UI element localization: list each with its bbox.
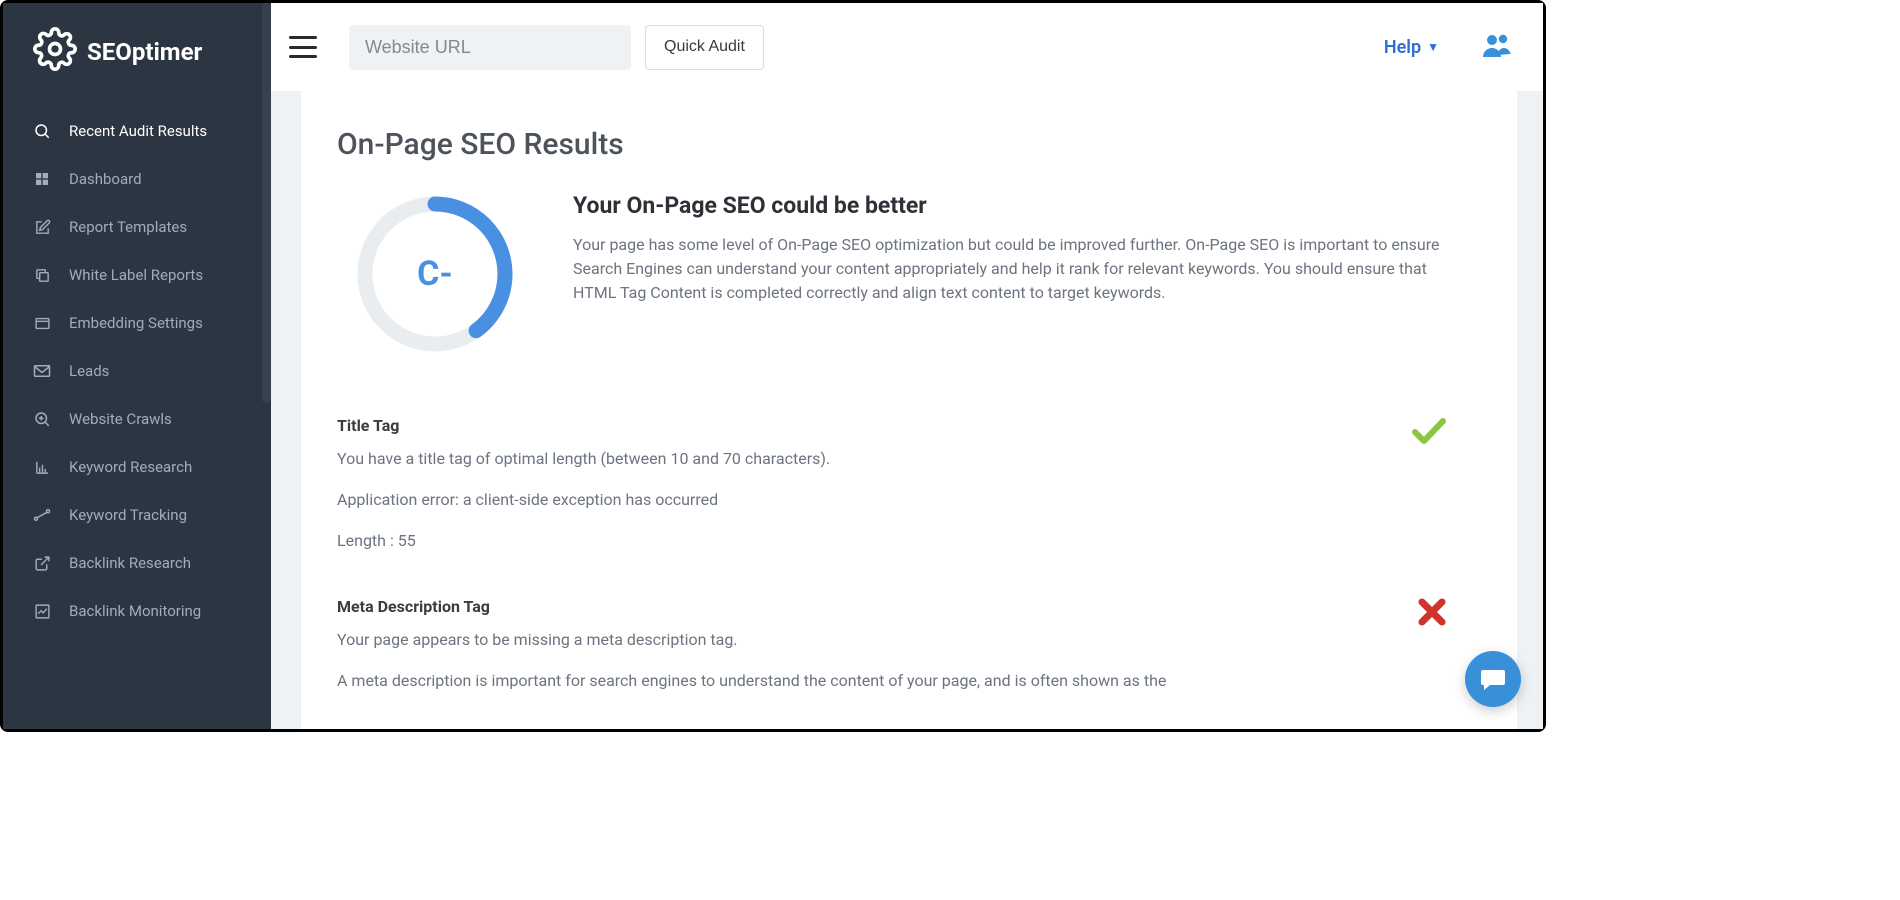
url-input[interactable] bbox=[349, 25, 631, 70]
users-icon[interactable] bbox=[1481, 31, 1513, 63]
sidebar-item-label: Recent Audit Results bbox=[69, 122, 207, 140]
sidebar-item-label: Website Crawls bbox=[69, 410, 172, 428]
sidebar-item-leads[interactable]: Leads bbox=[3, 347, 271, 395]
menu-toggle-button[interactable] bbox=[289, 36, 317, 58]
sidebar-item-backlink-monitoring[interactable]: Backlink Monitoring bbox=[3, 587, 271, 635]
sidebar-item-white-label[interactable]: White Label Reports bbox=[3, 251, 271, 299]
sidebar-item-label: Keyword Tracking bbox=[69, 506, 187, 524]
sidebar-item-report-templates[interactable]: Report Templates bbox=[3, 203, 271, 251]
sidebar-nav: Recent Audit Results Dashboard Report Te… bbox=[3, 101, 271, 635]
copy-icon bbox=[33, 266, 51, 284]
zoom-icon bbox=[33, 410, 51, 428]
chat-icon bbox=[1479, 666, 1507, 692]
grade-gauge: C- bbox=[353, 192, 517, 356]
summary-heading: Your On-Page SEO could be better bbox=[573, 192, 1447, 219]
brand-name: SEOptimer bbox=[87, 38, 202, 66]
help-label: Help bbox=[1384, 37, 1421, 58]
check-line: You have a title tag of optimal length (… bbox=[337, 447, 1217, 472]
check-pass-icon bbox=[1411, 416, 1447, 450]
sidebar-item-label: Leads bbox=[69, 362, 109, 380]
edit-icon bbox=[33, 218, 51, 236]
sidebar-item-keyword-research[interactable]: Keyword Research bbox=[3, 443, 271, 491]
embed-icon bbox=[33, 314, 51, 332]
grid-icon bbox=[33, 170, 51, 188]
chat-launcher-button[interactable] bbox=[1465, 651, 1521, 707]
caret-down-icon: ▼ bbox=[1427, 40, 1439, 54]
sidebar-item-backlink-research[interactable]: Backlink Research bbox=[3, 539, 271, 587]
sidebar-item-embedding[interactable]: Embedding Settings bbox=[3, 299, 271, 347]
main: Quick Audit Help ▼ On-Page SEO Results bbox=[271, 3, 1543, 729]
grade-label: C- bbox=[417, 254, 453, 294]
sidebar-item-label: Backlink Monitoring bbox=[69, 602, 201, 620]
mail-icon bbox=[33, 362, 51, 380]
sidebar-item-label: Report Templates bbox=[69, 218, 187, 236]
line-chart-icon bbox=[33, 602, 51, 620]
summary-text: Your On-Page SEO could be better Your pa… bbox=[573, 192, 1447, 305]
check-line: Your page appears to be missing a meta d… bbox=[337, 628, 1217, 653]
help-dropdown[interactable]: Help ▼ bbox=[1384, 37, 1439, 58]
sidebar-item-label: Embedding Settings bbox=[69, 314, 203, 332]
check-title-tag: Title Tag You have a title tag of optima… bbox=[337, 416, 1481, 597]
sidebar-item-crawls[interactable]: Website Crawls bbox=[3, 395, 271, 443]
sidebar-item-label: Backlink Research bbox=[69, 554, 191, 572]
check-title: Meta Description Tag bbox=[337, 597, 1447, 616]
sidebar-item-dashboard[interactable]: Dashboard bbox=[3, 155, 271, 203]
trend-icon bbox=[33, 506, 51, 524]
topbar: Quick Audit Help ▼ bbox=[271, 3, 1543, 91]
check-line: Application error: a client-side excepti… bbox=[337, 488, 1217, 513]
sidebar: SEOptimer Recent Audit Results Dashboard… bbox=[3, 3, 271, 729]
bar-chart-icon bbox=[33, 458, 51, 476]
check-line: A meta description is important for sear… bbox=[337, 669, 1217, 694]
sidebar-item-keyword-tracking[interactable]: Keyword Tracking bbox=[3, 491, 271, 539]
sidebar-item-label: Keyword Research bbox=[69, 458, 192, 476]
check-line: Length : 55 bbox=[337, 529, 1217, 554]
check-title: Title Tag bbox=[337, 416, 1447, 435]
summary-row: C- Your On-Page SEO could be better Your… bbox=[337, 192, 1481, 356]
sidebar-item-label: Dashboard bbox=[69, 170, 142, 188]
check-fail-icon bbox=[1417, 597, 1447, 631]
quick-audit-button[interactable]: Quick Audit bbox=[645, 25, 764, 70]
external-link-icon bbox=[33, 554, 51, 572]
page-title: On-Page SEO Results bbox=[337, 127, 1481, 162]
gear-icon bbox=[33, 27, 77, 77]
sidebar-item-recent-audits[interactable]: Recent Audit Results bbox=[3, 107, 271, 155]
results-panel: On-Page SEO Results C- Your On-Page SEO … bbox=[301, 91, 1517, 729]
check-meta-description: Meta Description Tag Your page appears t… bbox=[337, 597, 1481, 729]
sidebar-item-label: White Label Reports bbox=[69, 266, 203, 284]
search-icon bbox=[33, 122, 51, 140]
sidebar-scrollbar[interactable] bbox=[262, 3, 271, 403]
summary-description: Your page has some level of On-Page SEO … bbox=[573, 233, 1447, 305]
brand-logo[interactable]: SEOptimer bbox=[3, 3, 271, 101]
content-area: On-Page SEO Results C- Your On-Page SEO … bbox=[271, 91, 1543, 729]
